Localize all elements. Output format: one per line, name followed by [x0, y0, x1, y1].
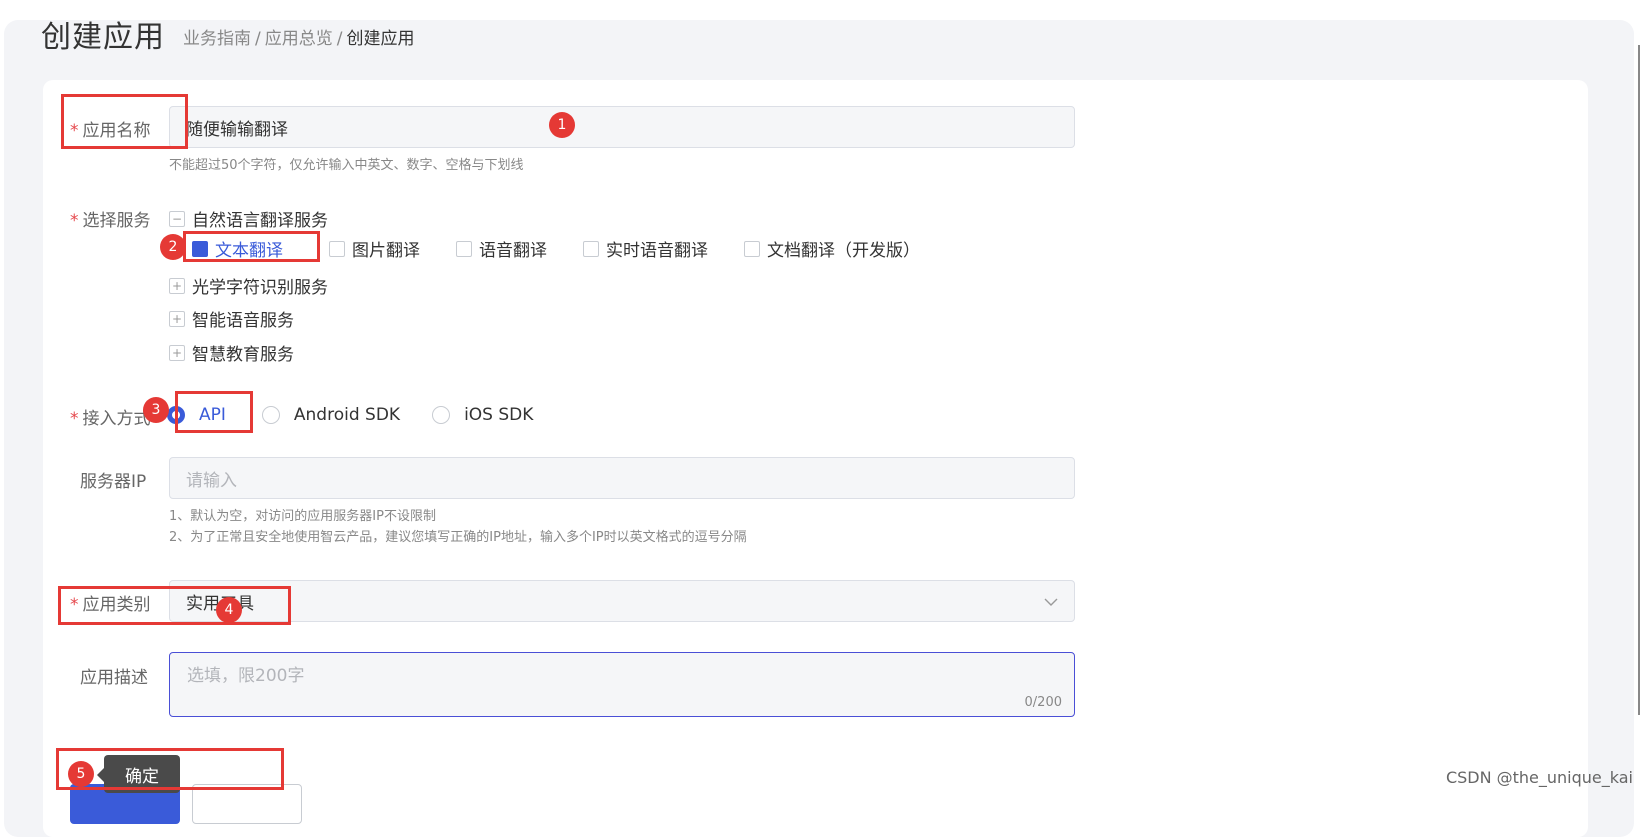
- description-placeholder: 选填，限200字: [187, 666, 305, 686]
- annotation-box-3: [175, 391, 253, 433]
- checkbox-icon[interactable]: [456, 240, 472, 257]
- server-ip-hint-1: 1、默认为空，对访问的应用服务器IP不设限制: [169, 509, 436, 524]
- service-group-label: 自然语言翻译服务: [192, 211, 328, 231]
- access-option-label: iOS SDK: [464, 405, 534, 425]
- required-mark: *: [70, 409, 79, 429]
- description-char-count: 0/200: [1024, 695, 1062, 710]
- checkbox-icon[interactable]: [329, 240, 345, 257]
- annotation-badge-1: 1: [549, 112, 575, 138]
- services-label: * 选择服务: [70, 211, 151, 231]
- annotation-badge-5: 5: [68, 761, 94, 787]
- radio-icon[interactable]: [432, 406, 451, 424]
- category-select[interactable]: 实用工具: [169, 580, 1075, 622]
- page-title: 创建应用: [41, 20, 165, 55]
- service-group-education[interactable]: + 智慧教育服务: [169, 340, 294, 365]
- server-ip-hint-2: 2、为了正常且安全地使用智云产品，建议您填写正确的IP地址，输入多个IP时以英文…: [169, 530, 747, 545]
- service-group-label: 光学字符识别服务: [192, 278, 328, 298]
- service-realtime-voice-translation[interactable]: 实时语音翻译: [583, 236, 708, 261]
- service-group-nlp[interactable]: − 自然语言翻译服务: [169, 206, 328, 231]
- app-name-hint: 不能超过50个字符，仅允许输入中英文、数字、空格与下划线: [169, 158, 524, 173]
- expand-icon[interactable]: +: [169, 277, 185, 294]
- breadcrumb-link-overview[interactable]: 应用总览: [265, 29, 333, 49]
- checkbox-icon[interactable]: [583, 240, 599, 257]
- service-group-ocr[interactable]: + 光学字符识别服务: [169, 273, 328, 298]
- service-item-label: 文档翻译（开发版）: [767, 241, 920, 261]
- access-option-label: Android SDK: [293, 405, 401, 425]
- annotation-box-2: [183, 231, 320, 262]
- access-option-ios[interactable]: iOS SDK: [432, 405, 533, 425]
- expand-icon[interactable]: +: [169, 344, 185, 361]
- server-ip-label: 服务器IP: [80, 472, 147, 492]
- breadcrumb: 业务指南 / 应用总览 / 创建应用: [183, 24, 414, 49]
- service-item-label: 图片翻译: [352, 241, 420, 261]
- service-group-voice[interactable]: + 智能语音服务: [169, 306, 294, 331]
- service-voice-translation[interactable]: 语音翻译: [456, 236, 547, 261]
- app-name-value: 随便输输翻译: [186, 119, 288, 140]
- annotation-badge-4: 4: [216, 597, 242, 623]
- scrollbar-thumb[interactable]: [1638, 45, 1640, 715]
- checkbox-icon[interactable]: [744, 240, 760, 257]
- radio-icon[interactable]: [261, 406, 280, 424]
- chevron-down-icon[interactable]: [1042, 593, 1060, 611]
- access-option-android[interactable]: Android SDK: [261, 405, 401, 425]
- access-label: * 接入方式: [70, 409, 151, 429]
- collapse-icon[interactable]: −: [169, 210, 185, 227]
- service-item-label: 实时语音翻译: [606, 241, 708, 261]
- breadcrumb-separator: /: [336, 29, 343, 49]
- server-ip-placeholder: 请输入: [186, 470, 237, 491]
- description-label: 应用描述: [80, 668, 148, 688]
- service-group-label: 智能语音服务: [192, 311, 294, 331]
- app-name-input[interactable]: 随便输输翻译: [169, 106, 1075, 148]
- annotation-badge-2: 2: [160, 234, 186, 260]
- cancel-button[interactable]: [192, 784, 302, 824]
- service-document-translation[interactable]: 文档翻译（开发版）: [744, 236, 920, 261]
- breadcrumb-separator: /: [255, 29, 261, 49]
- breadcrumb-current: 创建应用: [346, 29, 415, 49]
- service-item-label: 语音翻译: [479, 241, 547, 261]
- annotation-badge-3: 3: [143, 397, 169, 423]
- service-image-translation[interactable]: 图片翻译: [329, 236, 420, 261]
- description-textarea[interactable]: 选填，限200字 0/200: [169, 652, 1075, 717]
- watermark: CSDN @the_unique_kai: [1445, 768, 1633, 787]
- required-mark: *: [70, 211, 79, 231]
- service-group-label: 智慧教育服务: [192, 345, 294, 365]
- server-ip-input[interactable]: 请输入: [169, 457, 1075, 499]
- expand-icon[interactable]: +: [169, 310, 185, 327]
- annotation-box-1: [61, 94, 188, 149]
- breadcrumb-link-guide[interactable]: 业务指南: [183, 29, 251, 49]
- annotation-box-4: [58, 586, 291, 625]
